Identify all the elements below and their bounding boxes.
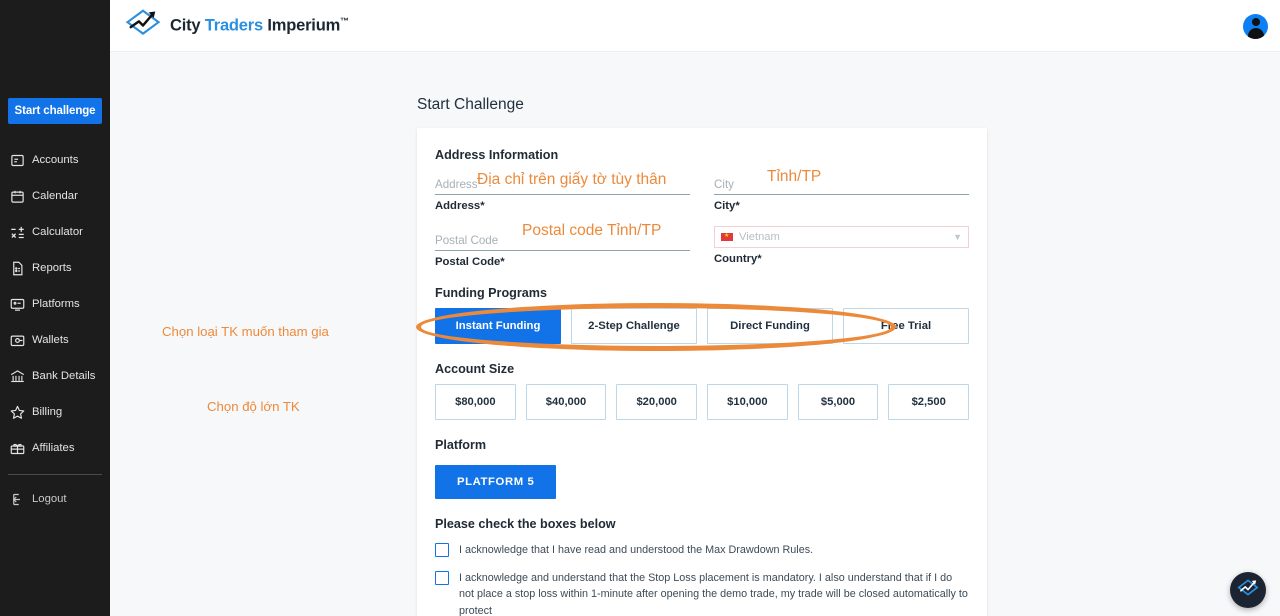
reports-icon <box>10 261 25 276</box>
star-icon <box>10 405 25 420</box>
avatar-body <box>1247 28 1264 39</box>
brand-part-city: City <box>170 16 205 35</box>
ctimperium-logo-icon <box>125 8 161 43</box>
account-size-option-80000[interactable]: $80,000 <box>435 384 516 420</box>
sidebar-item-label: Calculator <box>32 226 83 238</box>
platform-option-platform-5[interactable]: PLATFORM 5 <box>435 465 557 499</box>
brand-part-traders: Traders <box>204 16 268 35</box>
app-root: Start challenge Accounts Calendar Calcul… <box>0 0 1280 616</box>
postal-code-label: Postal Code* <box>435 256 505 268</box>
funding-option-instant-funding[interactable]: Instant Funding <box>435 308 561 344</box>
account-size-option-5000[interactable]: $5,000 <box>797 384 879 420</box>
city-placeholder: City <box>714 178 734 191</box>
country-label: Country* <box>714 253 762 265</box>
city-label: City* <box>714 200 740 212</box>
country-field-wrap: Vietnam ▼ Country* <box>714 226 969 268</box>
sidebar-item-affiliates[interactable]: Affiliates <box>0 430 110 466</box>
chat-widget-logo-icon <box>1236 578 1260 603</box>
main-content: Start Challenge Address Information Addr… <box>110 52 1280 616</box>
city-input[interactable]: City <box>714 170 969 195</box>
checkbox-stop-loss[interactable] <box>435 570 449 585</box>
account-size-option-2500[interactable]: $2,500 <box>888 384 970 420</box>
funding-option-2-step-challenge[interactable]: 2-Step Challenge <box>571 308 697 344</box>
sidebar: Start challenge Accounts Calendar Calcul… <box>0 0 110 616</box>
sidebar-item-label: Bank Details <box>32 370 96 382</box>
sidebar-item-label: Reports <box>32 262 72 274</box>
sidebar-item-logout[interactable]: Logout <box>0 481 110 517</box>
checkbox-max-drawdown[interactable] <box>435 543 449 557</box>
postal-code-placeholder: Postal Code <box>435 234 499 247</box>
avatar-head <box>1251 18 1260 26</box>
platform-title: Platform <box>435 438 487 452</box>
sidebar-item-label: Billing <box>32 406 63 418</box>
sidebar-item-calculator[interactable]: Calculator <box>0 214 110 250</box>
address-input[interactable]: Address <box>435 170 690 195</box>
account-size-options: $80,000 $40,000 $20,000 $10,000 $5,000 $… <box>435 384 970 420</box>
checkbox-label-max-drawdown: I acknowledge that I have read and under… <box>459 544 814 556</box>
vietnam-flag-icon <box>721 232 733 241</box>
sidebar-divider <box>8 474 102 475</box>
address-placeholder: Address <box>435 178 478 191</box>
postal-field-wrap: Postal Code Postal Code* <box>435 226 690 268</box>
account-size-title: Account Size <box>435 362 515 376</box>
brand-logo[interactable]: City Traders Imperium™ <box>125 8 349 43</box>
gift-icon <box>10 441 25 456</box>
start-challenge-button[interactable]: Start challenge <box>8 98 102 124</box>
chat-widget-button[interactable] <box>1230 572 1266 608</box>
account-size-option-40000[interactable]: $40,000 <box>525 384 607 420</box>
address-row-1: Address Address* City City* <box>435 170 969 212</box>
postal-code-input[interactable]: Postal Code <box>435 226 690 251</box>
sidebar-item-label: Calendar <box>32 190 78 202</box>
start-challenge-card: Address Information Address Address* Cit… <box>417 128 987 616</box>
address-label: Address* <box>435 200 485 212</box>
page-title: Start Challenge <box>417 96 524 113</box>
brand-text: City Traders Imperium™ <box>170 16 349 36</box>
account-size-option-20000[interactable]: $20,000 <box>616 384 698 420</box>
address-field-wrap: Address Address* <box>435 170 690 212</box>
checkbox-row-max-drawdown: I acknowledge that I have read and under… <box>435 542 969 559</box>
platforms-icon <box>10 297 25 312</box>
sidebar-item-label: Logout <box>32 493 67 505</box>
address-section-title: Address Information <box>435 148 559 162</box>
sidebar-item-bank-details[interactable]: Bank Details <box>0 358 110 394</box>
city-field-wrap: City City* <box>714 170 969 212</box>
sidebar-item-accounts[interactable]: Accounts <box>0 142 110 178</box>
sidebar-item-label: Affiliates <box>32 442 75 454</box>
funding-option-free-trial[interactable]: Free Trial <box>843 308 969 344</box>
checkbox-label-stop-loss: I acknowledge and understand that the St… <box>459 571 968 616</box>
user-avatar-icon[interactable] <box>1243 14 1268 39</box>
sidebar-item-label: Accounts <box>32 154 79 166</box>
sidebar-item-wallets[interactable]: Wallets <box>0 322 110 358</box>
top-bar: City Traders Imperium™ <box>110 0 1280 52</box>
sidebar-item-reports[interactable]: Reports <box>0 250 110 286</box>
brand-trademark: ™ <box>340 15 349 26</box>
country-select[interactable]: Vietnam ▼ <box>714 226 969 248</box>
address-row-2: Postal Code Postal Code* Vietnam ▼ Count… <box>435 226 969 268</box>
country-selected-value: Vietnam <box>739 231 780 243</box>
account-size-option-10000[interactable]: $10,000 <box>707 384 788 420</box>
sidebar-item-calendar[interactable]: Calendar <box>0 178 110 214</box>
calendar-icon <box>10 189 25 204</box>
sidebar-item-platforms[interactable]: Platforms <box>0 286 110 322</box>
sidebar-nav: Start challenge Accounts Calendar Calcul… <box>0 0 110 517</box>
sidebar-item-label: Platforms <box>32 298 80 310</box>
funding-option-direct-funding[interactable]: Direct Funding <box>707 308 833 344</box>
sidebar-item-billing[interactable]: Billing <box>0 394 110 430</box>
bank-icon <box>10 369 25 384</box>
logout-icon <box>10 492 25 507</box>
wallet-icon <box>10 333 25 348</box>
checkboxes-title: Please check the boxes below <box>435 517 616 531</box>
checkbox-row-stop-loss: I acknowledge and understand that the St… <box>435 570 969 616</box>
funding-programs-title: Funding Programs <box>435 286 547 300</box>
funding-programs-options: Instant Funding 2-Step Challenge Direct … <box>435 308 969 344</box>
sidebar-item-label: Wallets <box>32 334 69 346</box>
chevron-down-icon: ▼ <box>953 232 962 242</box>
brand-part-imperium: Imperium <box>267 16 341 35</box>
accounts-icon <box>10 153 25 168</box>
calculator-icon <box>10 225 25 240</box>
